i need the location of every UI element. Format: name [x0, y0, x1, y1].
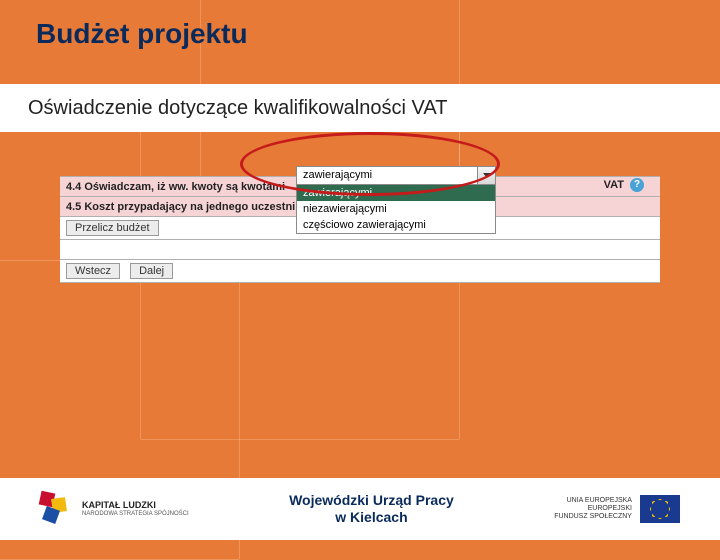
dropdown-field[interactable]: zawierającymi — [297, 167, 495, 185]
dropdown-option[interactable]: częściowo zawierającymi — [297, 217, 495, 233]
eu-line1: UNIA EUROPEJSKA — [554, 497, 632, 505]
footer-center-line1: Wojewódzki Urząd Pracy — [289, 492, 454, 509]
footer-center-line2: w Kielcach — [289, 509, 454, 526]
dropdown-value: zawierającymi — [297, 167, 378, 183]
form-spacer — [60, 239, 660, 259]
help-icon[interactable]: ? — [630, 178, 644, 192]
row-44-label: 4.4 Oświadczam, iż ww. kwoty są kwotami — [60, 178, 291, 196]
next-button[interactable]: Dalej — [130, 263, 173, 279]
recalc-button[interactable]: Przelicz budżet — [66, 220, 159, 236]
logo-eu: UNIA EUROPEJSKA EUROPEJSKI FUNDUSZ SPOŁE… — [554, 495, 680, 523]
eu-line2: EUROPEJSKI — [554, 505, 632, 513]
dropdown-option[interactable]: niezawierającymi — [297, 201, 495, 217]
chevron-down-icon[interactable] — [477, 167, 495, 184]
slide-title: Budżet projektu — [36, 18, 248, 50]
kl-text: KAPITAŁ LUDZKI NARODOWA STRATEGIA SPÓJNO… — [82, 501, 189, 517]
vat-label: VAT — [604, 179, 624, 191]
footer-center: Wojewódzki Urząd Pracy w Kielcach — [289, 492, 454, 526]
kl-line2: NARODOWA STRATEGIA SPÓJNOŚCI — [82, 511, 189, 518]
form-row-nav: Wstecz Dalej — [60, 259, 660, 283]
row-45-label: 4.5 Koszt przypadający na jednego uczest… — [60, 198, 301, 216]
eu-text: UNIA EUROPEJSKA EUROPEJSKI FUNDUSZ SPOŁE… — [554, 497, 632, 520]
eu-line3: FUNDUSZ SPOŁECZNY — [554, 513, 632, 521]
dropdown-option[interactable]: zawierającymi — [297, 185, 495, 201]
footer: KAPITAŁ LUDZKI NARODOWA STRATEGIA SPÓJNO… — [0, 478, 720, 540]
logo-kapital-ludzki: KAPITAŁ LUDZKI NARODOWA STRATEGIA SPÓJNO… — [40, 492, 189, 526]
kl-mark-icon — [40, 492, 74, 526]
back-button[interactable]: Wstecz — [66, 263, 120, 279]
kl-line1: KAPITAŁ LUDZKI — [82, 501, 189, 511]
eu-flag-icon — [640, 495, 680, 523]
subtitle-text: Oświadczenie dotyczące kwalifikowalności… — [28, 97, 447, 120]
vat-dropdown[interactable]: zawierającymi zawierającymi niezawierają… — [296, 166, 496, 234]
subtitle-bar: Oświadczenie dotyczące kwalifikowalności… — [0, 84, 720, 132]
